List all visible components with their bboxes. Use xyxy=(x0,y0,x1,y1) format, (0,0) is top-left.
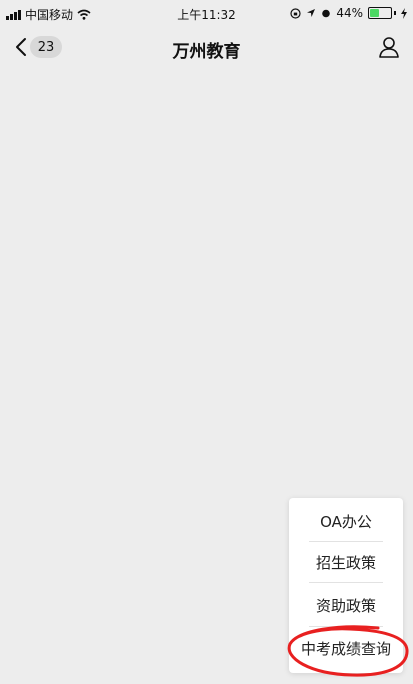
status-bar: 中国移动 上午11:32 44% xyxy=(0,0,413,28)
popup-menu: OA办公 招生政策 资助政策 中考成绩查询 xyxy=(289,498,403,673)
user-icon[interactable] xyxy=(377,35,401,59)
page-title: 万州教育 xyxy=(172,42,241,62)
menu-item-exam-score-query[interactable]: 中考成绩查询 xyxy=(289,628,403,668)
battery-tip xyxy=(394,11,396,15)
battery-level xyxy=(370,9,379,17)
location-icon xyxy=(307,9,316,17)
lock-rotation-icon xyxy=(290,7,301,19)
alarm-icon xyxy=(322,9,331,18)
navigation-bar: 23 万州教育 xyxy=(0,28,413,68)
menu-item-financial-aid-policy[interactable]: 资助政策 xyxy=(289,585,403,625)
menu-item-enrollment-policy[interactable]: 招生政策 xyxy=(289,542,403,582)
battery-icon xyxy=(368,7,392,19)
status-right: 44% xyxy=(290,6,407,20)
menu-divider xyxy=(309,582,383,583)
charging-icon xyxy=(401,7,407,19)
menu-item-oa[interactable]: OA办公 xyxy=(289,501,403,541)
menu-divider xyxy=(309,626,383,627)
battery-percent: 44% xyxy=(336,6,363,20)
